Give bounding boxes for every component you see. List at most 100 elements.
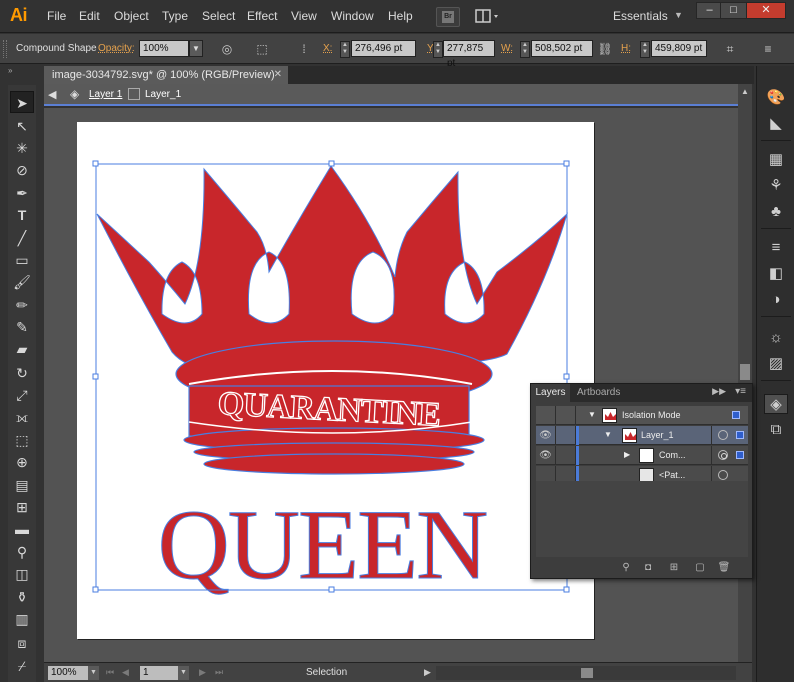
align-icon[interactable]: ⁞ <box>296 42 312 56</box>
lock-toggle[interactable] <box>556 426 576 445</box>
scroll-up-icon[interactable]: ▲ <box>741 87 749 96</box>
eraser-tool-icon[interactable]: ▰ <box>10 338 34 360</box>
x-stepper[interactable]: ▲ ▼ <box>340 41 350 58</box>
menu-edit[interactable]: Edit <box>79 9 100 23</box>
expand-triangle-icon[interactable]: ▶ <box>624 450 630 459</box>
magic-wand-tool-icon[interactable]: ✳ <box>10 137 34 159</box>
appearance-icon[interactable]: ☼ <box>764 328 788 348</box>
pencil-tool-icon[interactable]: ✏ <box>10 294 34 316</box>
layers-list-empty-area[interactable] <box>536 481 748 557</box>
artboard-number-field[interactable]: 1 <box>140 666 178 680</box>
status-menu-icon[interactable]: ▶ <box>424 667 431 678</box>
x-label[interactable]: X: <box>323 43 332 54</box>
y-field[interactable]: 277,875 pt <box>443 40 495 69</box>
selection-indicator[interactable] <box>736 431 744 439</box>
artboard-tool-icon[interactable]: ⧈ <box>10 632 34 654</box>
selection-indicator[interactable] <box>736 451 744 459</box>
maximize-button[interactable]: □ <box>720 2 747 19</box>
rectangle-tool-icon[interactable]: ▭ <box>10 249 34 271</box>
chevron-down-icon[interactable]: ▼ <box>674 10 683 20</box>
menu-effect[interactable]: Effect <box>247 9 277 23</box>
layer-row-isolation[interactable]: ▼ Isolation Mode <box>536 406 748 425</box>
eye-icon[interactable]: 👁 <box>536 426 556 445</box>
mesh-tool-icon[interactable]: ⊞ <box>10 496 34 518</box>
arrange-documents-button[interactable] <box>472 7 502 27</box>
menu-window[interactable]: Window <box>331 9 374 23</box>
layer-name[interactable]: Com... <box>659 450 686 460</box>
minimize-button[interactable]: – <box>696 2 723 19</box>
previous-artboard-icon[interactable]: ◀ <box>122 667 129 678</box>
blob-brush-tool-icon[interactable]: ✎ <box>10 316 34 338</box>
graphic-styles-icon[interactable]: ▨ <box>764 354 788 374</box>
artboard-dropdown[interactable]: ▼ <box>178 666 189 680</box>
artwork[interactable]: QUARANTINE QUEEN <box>77 122 594 639</box>
height-field[interactable]: 459,809 pt <box>651 40 707 57</box>
expand-triangle-icon[interactable]: ▼ <box>604 430 612 439</box>
make-clipping-mask-icon[interactable]: ◘ <box>641 561 655 575</box>
menu-file[interactable]: File <box>47 9 66 23</box>
collapse-panel-icon[interactable]: ▶▶ <box>712 386 726 397</box>
recolor-artwork-icon[interactable]: ◎ <box>219 42 235 56</box>
w-label[interactable]: W: <box>501 43 513 54</box>
workspace-switcher[interactable]: Essentials <box>613 9 668 23</box>
shape-builder-tool-icon[interactable]: ⊕ <box>10 451 34 473</box>
horizontal-scrollbar[interactable] <box>436 666 736 680</box>
opacity-field[interactable]: 100% <box>139 40 189 57</box>
zoom-dropdown[interactable]: ▼ <box>88 666 99 680</box>
vertical-scroll-thumb[interactable] <box>740 364 750 380</box>
artboard[interactable]: QUARANTINE QUEEN <box>77 122 594 639</box>
tab-artboards[interactable]: Artboards <box>577 384 620 402</box>
locate-object-icon[interactable]: ⚲ <box>619 561 633 575</box>
layer-row-compound[interactable]: 👁 ▶ Com... <box>536 446 748 465</box>
column-graph-tool-icon[interactable]: ▥ <box>10 608 34 630</box>
target-icon[interactable] <box>718 430 728 440</box>
control-panel-menu-icon[interactable]: ≡ <box>760 42 776 56</box>
selection-indicator[interactable] <box>732 411 740 419</box>
layer-name[interactable]: Isolation Mode <box>622 410 681 420</box>
h-stepper[interactable]: ▲ ▼ <box>640 41 650 58</box>
symbol-sprayer-tool-icon[interactable]: ⚱ <box>10 586 34 608</box>
lock-toggle[interactable] <box>556 406 576 425</box>
stroke-icon[interactable]: ≡ <box>764 238 788 258</box>
y-stepper[interactable]: ▲ ▼ <box>433 41 443 58</box>
zoom-field[interactable]: 100% <box>48 666 88 680</box>
layer-name[interactable]: Layer_1 <box>641 430 674 440</box>
menu-help[interactable]: Help <box>388 9 413 23</box>
back-arrow-icon[interactable]: ◀ <box>48 88 64 102</box>
current-tool-status[interactable]: Selection <box>306 667 347 678</box>
target-icon[interactable] <box>718 470 728 480</box>
queen-text[interactable]: QUEEN <box>157 489 489 601</box>
last-artboard-icon[interactable]: ⏭ <box>215 667 223 678</box>
layer-name[interactable]: <Pat... <box>659 470 685 480</box>
menu-type[interactable]: Type <box>162 9 188 23</box>
horizontal-scroll-thumb[interactable] <box>581 668 593 678</box>
artboards-icon[interactable]: ⧉ <box>764 420 788 440</box>
opacity-dropdown[interactable]: ▼ <box>189 40 203 57</box>
paintbrush-tool-icon[interactable]: 🖌 <box>10 271 34 293</box>
slice-tool-icon[interactable]: ⌿ <box>10 655 34 677</box>
toolbar-header[interactable]: » <box>8 66 36 76</box>
eye-icon[interactable]: 👁 <box>536 446 556 465</box>
gradient-tool-icon[interactable]: ▬ <box>10 518 34 540</box>
panel-grip[interactable] <box>3 40 7 58</box>
visibility-toggle[interactable] <box>536 406 556 425</box>
w-stepper[interactable]: ▲ ▼ <box>520 41 530 58</box>
menu-select[interactable]: Select <box>202 9 235 23</box>
eyedropper-tool-icon[interactable]: ⚲ <box>10 541 34 563</box>
h-label[interactable]: H: <box>621 43 631 54</box>
next-artboard-icon[interactable]: ▶ <box>199 667 206 678</box>
menu-object[interactable]: Object <box>114 9 149 23</box>
panel-menu-icon[interactable]: ▾≡ <box>735 386 746 397</box>
breadcrumb-layer[interactable]: Layer 1 <box>89 89 122 100</box>
close-button[interactable]: ✕ <box>746 2 786 19</box>
direct-selection-tool-icon[interactable]: ↖ <box>10 115 34 137</box>
blend-tool-icon[interactable]: ◫ <box>10 563 34 585</box>
gradient-icon[interactable]: ◧ <box>764 264 788 284</box>
symbols-icon[interactable]: ♣ <box>764 202 788 222</box>
bridge-button[interactable]: Br <box>436 7 460 27</box>
swatches-icon[interactable]: ▦ <box>764 150 788 170</box>
menu-view[interactable]: View <box>291 9 317 23</box>
trash-icon[interactable]: 🗑 <box>717 561 731 575</box>
color-guide-icon[interactable]: ◣ <box>764 114 788 134</box>
line-tool-icon[interactable]: ╱ <box>10 227 34 249</box>
